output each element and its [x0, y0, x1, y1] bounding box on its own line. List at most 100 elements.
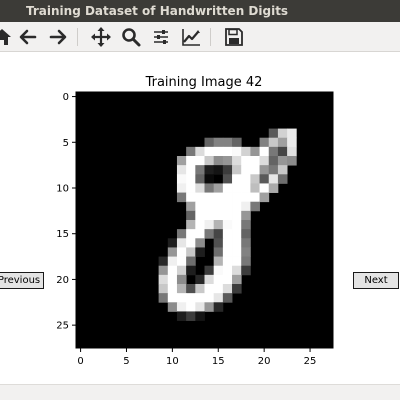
- image-pixel: [195, 210, 205, 221]
- image-pixel: [277, 165, 288, 175]
- image-pixel: [287, 156, 297, 166]
- image-pixel: [186, 238, 196, 248]
- image-pixel: [158, 265, 169, 276]
- image-pixel: [277, 146, 288, 157]
- image-pixel: [204, 174, 215, 184]
- image-pixel: [176, 238, 187, 248]
- x-tick-label: 0: [77, 356, 83, 367]
- image-pixel: [259, 165, 270, 175]
- next-button[interactable]: Next: [353, 272, 399, 289]
- window-title: Training Dataset of Handwritten Digits: [26, 4, 289, 18]
- image-pixel: [213, 229, 224, 239]
- y-tick-label: 25: [56, 321, 69, 332]
- image-pixel: [176, 311, 187, 321]
- image-pixel: [204, 183, 215, 193]
- image-pixel: [250, 183, 260, 193]
- subplots-config-icon[interactable]: [149, 25, 173, 49]
- image-pixel: [176, 256, 187, 267]
- image-pixel: [222, 284, 233, 294]
- image-pixel: [176, 165, 187, 175]
- image-pixel: [241, 220, 251, 230]
- image-pixel: [176, 229, 187, 239]
- image-pixel: [186, 293, 196, 303]
- y-tick-label: 0: [63, 92, 69, 103]
- image-pixel: [186, 265, 196, 276]
- image-pixel: [222, 165, 233, 175]
- image-pixel: [250, 174, 260, 184]
- image-pixel: [176, 274, 187, 285]
- image-pixel: [204, 302, 215, 312]
- zoom-magnifier-icon[interactable]: [119, 25, 143, 49]
- image-pixel: [204, 265, 215, 276]
- pan-move-icon[interactable]: [89, 25, 113, 49]
- image-pixel: [232, 146, 242, 157]
- image-pixel: [158, 274, 169, 285]
- image-pixel: [213, 247, 224, 257]
- image-pixel: [232, 174, 242, 184]
- image-pixel: [176, 265, 187, 276]
- x-tick-label: 20: [258, 356, 271, 367]
- image-pixel: [241, 156, 251, 166]
- image-pixel: [241, 146, 251, 157]
- back-arrow-icon[interactable]: [16, 25, 40, 49]
- image-pixel: [241, 183, 251, 193]
- image-pixel: [268, 183, 279, 193]
- image-pixel: [268, 165, 279, 175]
- image-pixel: [241, 229, 251, 239]
- image-pixel: [250, 192, 260, 203]
- image-pixel: [204, 229, 215, 239]
- image-pixel: [277, 137, 288, 148]
- image-pixel: [287, 137, 297, 148]
- image-pixel: [186, 247, 196, 257]
- image-pixel: [259, 146, 270, 157]
- forward-arrow-icon[interactable]: [46, 25, 70, 49]
- image-pixel: [222, 210, 233, 221]
- image-pixel: [222, 238, 233, 248]
- image-pixel: [186, 156, 196, 166]
- image-pixel: [176, 302, 187, 312]
- image-pixel: [195, 229, 205, 239]
- image-pixel: [186, 146, 196, 157]
- image-pixel: [232, 265, 242, 276]
- edit-axes-icon[interactable]: [179, 25, 203, 49]
- image-pixel: [195, 201, 205, 212]
- image-pixel: [158, 284, 169, 294]
- save-icon[interactable]: [222, 25, 246, 49]
- image-pixel: [195, 174, 205, 184]
- image-pixel: [213, 156, 224, 166]
- image-pixel: [195, 311, 205, 321]
- image-pixel: [176, 174, 187, 184]
- image-pixel: [277, 174, 288, 184]
- image-pixel: [287, 146, 297, 157]
- image-pixel: [204, 192, 215, 203]
- image-pixel: [195, 220, 205, 230]
- image-pixel: [195, 165, 205, 175]
- image-pixel: [204, 274, 215, 285]
- toolbar-separator: [77, 28, 78, 46]
- previous-button[interactable]: Previous: [0, 272, 44, 289]
- image-pixel: [241, 192, 251, 203]
- image-pixel: [222, 293, 233, 303]
- image-pixel: [259, 183, 270, 193]
- x-tick-label: 10: [166, 356, 179, 367]
- image-pixel: [222, 256, 233, 267]
- image-pixel: [222, 201, 233, 212]
- image-pixel: [259, 192, 270, 203]
- image-pixel: [195, 284, 205, 294]
- image-pixel: [195, 302, 205, 312]
- image-pixel: [186, 201, 196, 212]
- image-pixel: [195, 247, 205, 257]
- image-pixel: [241, 174, 251, 184]
- image-pixel: [204, 165, 215, 175]
- window-titlebar: Training Dataset of Handwritten Digits: [0, 0, 400, 22]
- image-pixel: [176, 247, 187, 257]
- image-pixel: [232, 137, 242, 148]
- image-pixel: [186, 284, 196, 294]
- toolbar-separator: [210, 28, 211, 46]
- image-pixel: [222, 146, 233, 157]
- x-tick-label: 15: [212, 356, 225, 367]
- image-pixel: [186, 210, 196, 221]
- image-pixel: [213, 183, 224, 193]
- home-icon[interactable]: [0, 25, 14, 49]
- image-pixel: [241, 165, 251, 175]
